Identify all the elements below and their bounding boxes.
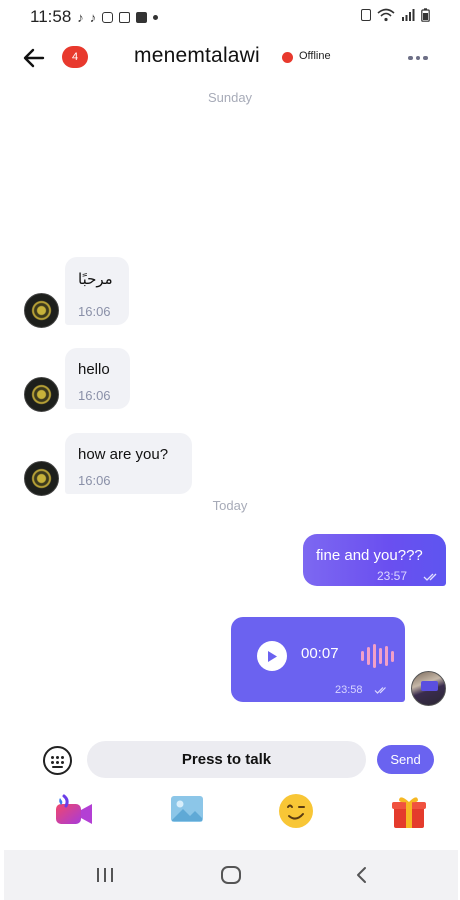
system-navigation-bar	[4, 850, 458, 900]
contact-avatar[interactable]	[24, 377, 59, 412]
wave-bar	[361, 651, 364, 661]
gift-button[interactable]	[390, 792, 430, 832]
arrow-left-icon	[23, 48, 45, 68]
keyboard-key	[51, 761, 54, 764]
more-horizontal-icon	[408, 55, 413, 61]
gift-icon	[392, 797, 426, 828]
message-bubble[interactable]: مرحبًا 16:06	[65, 257, 129, 325]
home-button[interactable]	[216, 862, 246, 888]
message-text: hello	[78, 361, 110, 378]
instagram-icon	[102, 11, 114, 23]
message-bubble[interactable]: hello 16:06	[65, 348, 130, 409]
system-icons	[361, 8, 430, 22]
more-options-button[interactable]	[406, 48, 430, 68]
video-call-icon	[56, 794, 92, 824]
double-check-icon	[423, 573, 437, 581]
back-button[interactable]	[20, 44, 48, 72]
message-bubble[interactable]: how are you? 16:06	[65, 433, 192, 494]
contact-name: menemtalawi	[134, 44, 260, 67]
chat-screen: 11:58 ♪ ♪ 4 menemtalawi Offline Sunday م…	[0, 0, 460, 900]
message-time: 16:06	[78, 473, 111, 488]
presence-label: Offline	[299, 50, 331, 62]
wifi-icon	[377, 8, 395, 22]
press-to-talk-button[interactable]: Press to talk	[87, 741, 366, 778]
chat-header: 4 menemtalawi Offline	[0, 34, 460, 82]
voice-message-bubble[interactable]: 00:07 23:58	[231, 617, 405, 702]
tiktok-icon: ♪	[77, 9, 84, 25]
wave-bar	[391, 650, 394, 662]
home-icon	[221, 866, 241, 884]
chevron-left-icon	[357, 867, 366, 883]
message-time: 16:06	[78, 388, 111, 403]
gallery-icon	[119, 11, 131, 23]
keyboard-key	[56, 756, 59, 759]
wave-bar	[367, 647, 370, 665]
double-check-icon	[374, 687, 386, 694]
contact-avatar[interactable]	[24, 293, 59, 328]
tiktok-icon: ♪	[89, 9, 97, 25]
emoji-icon	[279, 794, 313, 828]
video-call-button[interactable]	[54, 792, 94, 832]
my-avatar[interactable]	[411, 671, 446, 706]
play-button[interactable]	[257, 641, 287, 671]
play-icon	[268, 650, 277, 662]
status-bar: 11:58 ♪ ♪	[0, 0, 460, 34]
contact-avatar[interactable]	[24, 461, 59, 496]
image-icon	[171, 796, 203, 822]
unread-badge: 4	[62, 46, 88, 68]
signal-icon	[402, 9, 415, 21]
keyboard-key	[61, 756, 64, 759]
recent-apps-button[interactable]	[90, 862, 120, 888]
recent-apps-icon	[97, 868, 113, 882]
action-bar	[0, 792, 460, 832]
keyboard-key	[56, 761, 59, 764]
message-text: fine and you???	[316, 547, 423, 564]
voice-duration: 00:07	[301, 645, 339, 662]
keyboard-key	[51, 756, 54, 759]
waveform-icon	[361, 643, 394, 669]
date-separator-sunday: Sunday	[207, 90, 253, 105]
battery-icon	[421, 8, 430, 22]
back-navigation-button[interactable]	[346, 862, 376, 888]
more-dot	[415, 55, 421, 61]
image-button[interactable]	[168, 792, 208, 832]
send-button[interactable]: Send	[377, 745, 434, 774]
message-time: 23:58	[335, 684, 363, 696]
keyboard-toggle-button[interactable]	[43, 746, 72, 775]
presence-dot	[282, 52, 293, 63]
wave-bar	[379, 648, 382, 664]
message-text: how are you?	[78, 446, 169, 463]
date-separator-today: Today	[212, 498, 248, 513]
checkbox-icon	[136, 11, 148, 23]
keyboard-key	[61, 761, 64, 764]
more-dot	[423, 55, 428, 61]
more-notifications-icon	[153, 14, 159, 20]
notification-icons: ♪ ♪	[77, 9, 159, 25]
emoji-button[interactable]	[277, 792, 317, 832]
keyboard-space	[52, 766, 63, 768]
message-time: 23:57	[377, 569, 408, 583]
outgoing-message-bubble[interactable]: fine and you??? 23:57	[303, 534, 446, 586]
message-time: 16:06	[78, 304, 111, 319]
wave-bar	[373, 644, 376, 668]
wave-bar	[385, 646, 388, 666]
status-time: 11:58	[30, 7, 72, 26]
lock-icon	[361, 9, 371, 21]
composer: Press to talk Send	[0, 740, 460, 780]
message-text: مرحبًا	[78, 271, 113, 288]
